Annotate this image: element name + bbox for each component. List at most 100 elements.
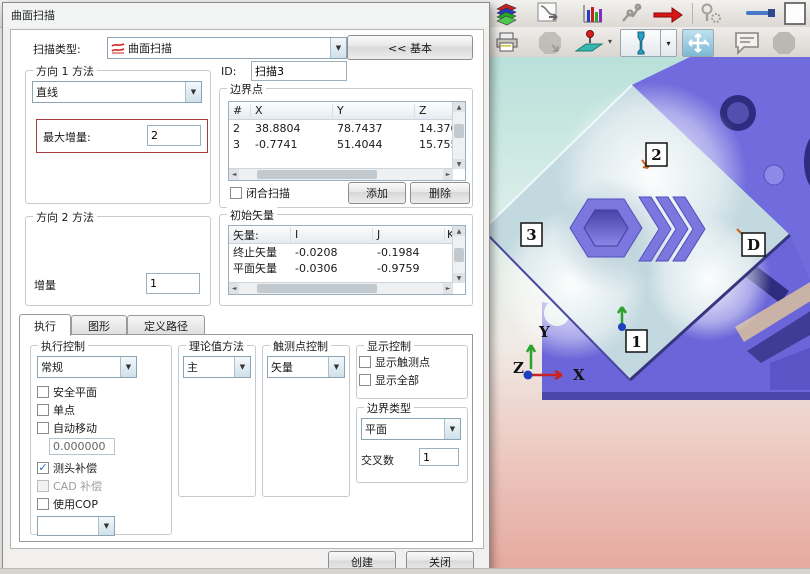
surface-scan-dialog: 曲面扫描 扫描类型: 曲面扫描 ▼ << 基本 方向 1 方法 直线▼ 最大增量… xyxy=(2,2,490,572)
execution-mode-combo[interactable]: 常规▼ xyxy=(37,356,137,378)
tab-execute[interactable]: 执行 xyxy=(19,314,71,336)
svg-text:X: X xyxy=(573,366,585,384)
tab-graphics[interactable]: 图形 xyxy=(71,315,127,335)
probe-plane-icon[interactable] xyxy=(572,29,606,57)
table-header: 矢量: I J K xyxy=(229,226,465,244)
octagon-arrow-icon[interactable] xyxy=(536,29,564,57)
crossings-input[interactable] xyxy=(419,448,459,466)
checkbox-box xyxy=(37,404,49,416)
move-button[interactable] xyxy=(682,29,714,57)
direction2-group-label: 方向 2 方法 xyxy=(33,209,97,225)
boundary-points-group: 边界点 # X Y Z 2 38.8804 78.7437 14.376 xyxy=(219,88,473,208)
vertical-scrollbar[interactable]: ▲▼ xyxy=(452,102,465,169)
table-row[interactable]: 平面矢量 -0.0306 -0.9759 xyxy=(229,260,465,276)
tab-define-path[interactable]: 定义路径 xyxy=(127,315,205,335)
boundary-type-label: 边界类型 xyxy=(364,400,414,416)
cad-comp-checkbox: CAD 补偿 xyxy=(37,478,102,494)
status-strip xyxy=(0,568,810,574)
checkbox-box xyxy=(359,374,371,386)
probe-setup-icon[interactable] xyxy=(698,1,724,27)
safety-plane-checkbox[interactable]: 安全平面 xyxy=(37,384,97,400)
svg-text:2: 2 xyxy=(651,146,661,164)
feature-label-2[interactable]: 2 xyxy=(646,143,667,166)
direction1-method-combo[interactable]: 直线▼ xyxy=(32,81,202,103)
scan-type-label: 扫描类型: xyxy=(33,41,81,57)
svg-text:Z: Z xyxy=(513,359,524,377)
table-header: # X Y Z xyxy=(229,102,465,120)
svg-text:1: 1 xyxy=(631,333,641,351)
initial-vector-table[interactable]: 矢量: I J K 终止矢量 -0.0208 -0.1984 平面矢量 -0.0… xyxy=(228,225,466,295)
probe-comp-checkbox[interactable]: 测头补偿 xyxy=(37,460,97,476)
cad-part-drawing: 2 3 D 1 Y Z X xyxy=(487,57,810,574)
octagon-icon[interactable] xyxy=(770,29,798,57)
nominals-method-label: 理论值方法 xyxy=(186,338,247,354)
move-icon xyxy=(687,32,709,54)
z-axis-origin xyxy=(524,371,533,380)
execution-control-label: 执行控制 xyxy=(38,338,88,354)
chevron-down-icon: ▼ xyxy=(185,82,201,102)
boundary-group-label: 边界点 xyxy=(227,81,266,97)
hit-type-combo[interactable]: 矢量▼ xyxy=(267,356,345,378)
vertical-scrollbar[interactable]: ▲▼ xyxy=(452,226,465,283)
histogram-icon[interactable] xyxy=(580,1,606,27)
checkbox-box xyxy=(230,187,242,199)
print-icon[interactable] xyxy=(494,30,520,56)
feature-label-3[interactable]: 3 xyxy=(521,223,542,246)
hit-point-control-group: 触测点控制 矢量▼ xyxy=(262,345,350,497)
nominals-method-group: 理论值方法 主▼ xyxy=(178,345,256,497)
show-hits-checkbox[interactable]: 显示触测点 xyxy=(359,354,430,370)
auto-move-checkbox[interactable]: 自动移动 xyxy=(37,420,97,436)
robot-arm-icon[interactable] xyxy=(618,1,644,27)
boundary-type-combo[interactable]: 平面▼ xyxy=(361,418,461,440)
feature-label-d[interactable]: D xyxy=(742,233,765,256)
cad-viewport[interactable]: 2 3 D 1 Y Z X xyxy=(487,57,810,574)
probe-mode-icon xyxy=(633,31,649,55)
scan-type-combo[interactable]: 曲面扫描 ▼ xyxy=(107,37,347,59)
surface-scan-icon xyxy=(111,42,125,54)
cop-combo[interactable]: ▼ xyxy=(37,516,115,536)
table-row[interactable]: 3 -0.7741 51.4044 15.755 xyxy=(229,136,465,152)
increment-input[interactable] xyxy=(146,273,200,294)
table-row[interactable]: 终止矢量 -0.0208 -0.1984 xyxy=(229,244,465,260)
boundary-points-table[interactable]: # X Y Z 2 38.8804 78.7437 14.376 3 -0.77… xyxy=(228,101,466,181)
auto-move-distance-input[interactable] xyxy=(49,438,115,455)
probe-plane-dropdown-arrow[interactable]: ▾ xyxy=(608,37,612,46)
nominals-method-combo[interactable]: 主▼ xyxy=(183,356,251,378)
initial-vector-group-label: 初始矢量 xyxy=(227,207,277,223)
red-arrow-icon[interactable] xyxy=(652,3,684,23)
probe-mode-dropdown[interactable]: ▾ xyxy=(660,29,677,57)
max-increment-label: 最大增量: xyxy=(43,129,91,145)
svg-text:D: D xyxy=(747,236,760,254)
closed-scan-checkbox[interactable]: 闭合扫描 xyxy=(230,185,290,201)
direction1-group: 方向 1 方法 直线▼ 最大增量: xyxy=(25,70,211,204)
chevron-down-icon: ▼ xyxy=(234,357,250,377)
checkbox-box-checked xyxy=(37,462,49,474)
display-control-label: 显示控制 xyxy=(364,338,414,354)
execution-control-group: 执行控制 常规▼ 安全平面 单点 自动移动 测头补偿 CAD 补偿 xyxy=(30,345,172,535)
add-button[interactable]: 添加 xyxy=(348,182,406,204)
use-cop-checkbox[interactable]: 使用COP xyxy=(37,496,98,512)
delete-button[interactable]: 删除 xyxy=(410,182,470,204)
hit-point-control-label: 触测点控制 xyxy=(270,338,331,354)
direction2-group: 方向 2 方法 增量 xyxy=(25,216,211,306)
horizontal-scrollbar[interactable]: ◄► xyxy=(229,168,453,180)
layers-icon[interactable] xyxy=(494,1,520,27)
dialog-titlebar[interactable]: 曲面扫描 xyxy=(3,3,489,27)
comment-icon[interactable] xyxy=(732,29,762,57)
show-all-checkbox[interactable]: 显示全部 xyxy=(359,372,419,388)
max-increment-input[interactable] xyxy=(147,125,201,146)
table-row[interactable]: 2 38.8804 78.7437 14.376 xyxy=(229,120,465,136)
svg-text:Y: Y xyxy=(538,323,550,341)
dialog-content: 扫描类型: 曲面扫描 ▼ << 基本 方向 1 方法 直线▼ 最大增量: xyxy=(10,29,484,549)
single-point-checkbox[interactable]: 单点 xyxy=(37,402,75,418)
boundary-type-group: 边界类型 平面▼ 交叉数 xyxy=(356,407,468,483)
id-input[interactable] xyxy=(251,61,347,81)
curve-export-icon[interactable] xyxy=(536,1,562,27)
horizontal-scrollbar[interactable]: ◄► xyxy=(229,282,453,294)
basic-toggle-button[interactable]: << 基本 xyxy=(347,35,473,60)
checkbox-box xyxy=(37,498,49,510)
zoom-slider-icon[interactable] xyxy=(744,6,780,20)
blank-page-icon[interactable] xyxy=(782,1,808,27)
chevron-down-icon: ▼ xyxy=(328,357,344,377)
probe-mode-button[interactable] xyxy=(620,29,662,57)
